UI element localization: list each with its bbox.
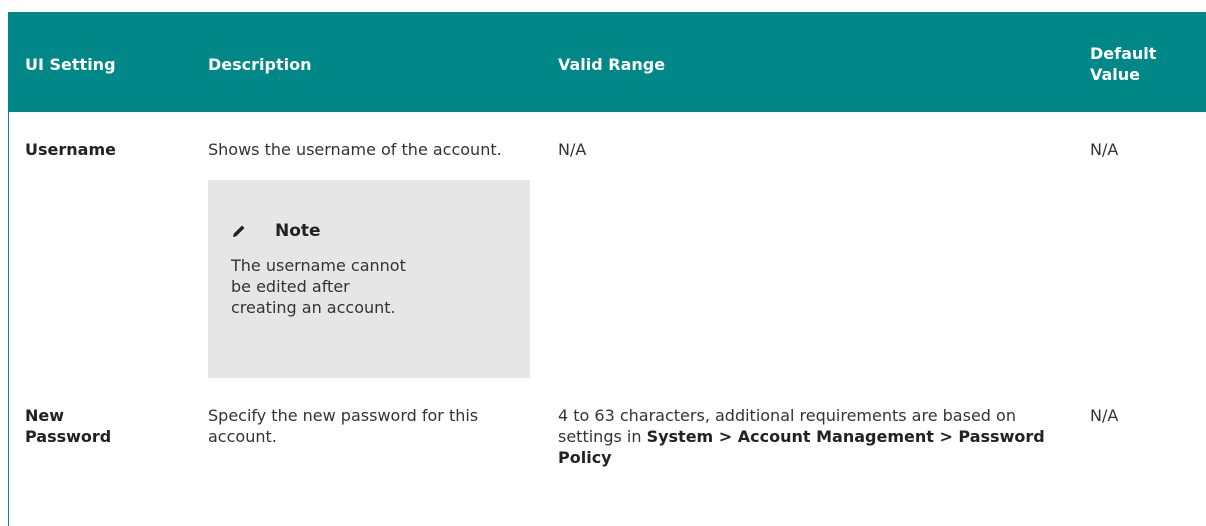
setting-line2: Password: [25, 427, 112, 446]
pencil-icon: [231, 220, 253, 242]
note-title: Note: [275, 220, 321, 241]
header-valid-range: Valid Range: [558, 54, 666, 74]
table-header: UI Setting Description Valid Range Defau…: [9, 12, 1206, 112]
table-row: New Password Specify the new password fo…: [9, 378, 1206, 468]
header-default-line1: Default: [1090, 44, 1157, 63]
default-cell: N/A: [1090, 140, 1119, 159]
table-row: Username Shows the username of the accou…: [9, 112, 1206, 378]
settings-table: UI Setting Description Valid Range Defau…: [9, 12, 1206, 468]
range-cell: 4 to 63 characters, additional requireme…: [542, 378, 1074, 468]
setting-username: Username: [25, 140, 116, 159]
description-cell: Shows the username of the account. Note …: [192, 112, 542, 378]
description-text: Shows the username of the account.: [208, 140, 502, 159]
note-text: The username cannot be edited after crea…: [231, 256, 406, 317]
header-description: Description: [208, 54, 312, 74]
default-cell: N/A: [1090, 406, 1119, 425]
header-default-line2: Value: [1090, 65, 1141, 84]
header-ui-setting: UI Setting: [25, 54, 116, 74]
header-default-value: Default Value: [1074, 12, 1206, 112]
note-box: Note The username cannot be edited after…: [208, 180, 530, 378]
range-cell: N/A: [558, 140, 587, 159]
setting-line1: New: [25, 406, 65, 425]
note-header: Note: [231, 220, 510, 242]
description-cell: Specify the new password for this accoun…: [208, 406, 479, 446]
setting-new-password: New Password: [9, 378, 192, 468]
settings-table-container: UI Setting Description Valid Range Defau…: [8, 12, 1206, 526]
